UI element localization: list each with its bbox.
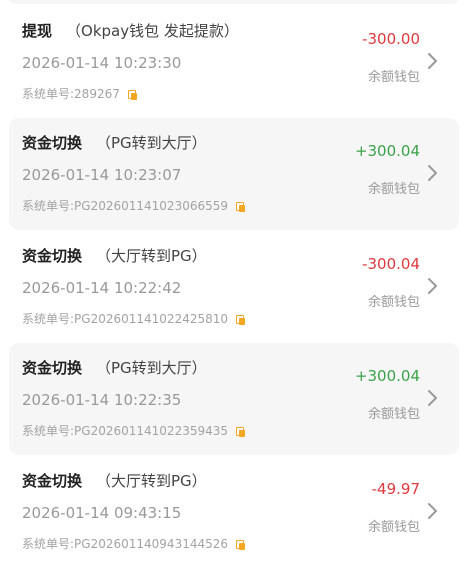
order-number-label: 系统单号: [22,312,75,326]
transaction-detail: （Okpay钱包 发起提款） [66,22,239,40]
order-number-label: 系统单号: [22,537,75,551]
transaction-title-row: 提现 （Okpay钱包 发起提款） [22,20,239,41]
chevron-right-icon[interactable] [425,388,441,408]
chevron-right-icon[interactable] [425,51,441,71]
copy-icon[interactable] [236,201,246,212]
copy-icon[interactable] [236,426,246,437]
transaction-amount: +300.04 [354,142,420,160]
transaction-amount: -300.00 [362,30,420,48]
chevron-right-icon[interactable] [425,276,441,296]
transaction-type: 资金切换 [22,359,83,377]
order-number-row: 系统单号: 289267 [22,85,137,102]
copy-icon[interactable] [236,314,246,325]
order-number: PG202601141022359435 [74,423,229,438]
transaction-type: 提现 [22,22,53,40]
order-number-row: 系统单号: PG202601141022359435 [22,422,246,439]
copy-icon[interactable] [236,539,246,550]
chevron-right-icon[interactable] [425,501,441,521]
transaction-detail: （大厅转到PG） [96,472,207,490]
transaction-card[interactable]: 资金切换 （大厅转到PG） 2026-01-14 10:22:42 系统单号: P… [9,231,459,343]
chevron-right-icon[interactable] [425,163,441,183]
order-number-row: 系统单号: PG202601140943144526 [22,535,246,552]
order-number-row: 系统单号: PG202601141023066559 [22,197,246,214]
order-number: PG202601141022425810 [74,311,229,326]
transaction-detail: （大厅转到PG） [96,247,207,265]
order-number: PG202601141023066559 [74,198,229,213]
transaction-card[interactable]: 提现 （Okpay钱包 发起提款） 2026-01-14 10:23:30 系统单… [9,6,459,118]
transaction-title-row: 资金切换 （PG转到大厅） [22,357,207,378]
previous-card-edge [9,0,459,4]
order-number-label: 系统单号: [22,87,75,101]
transaction-amount: -300.04 [362,255,420,273]
transaction-title-row: 资金切换 （大厅转到PG） [22,245,207,266]
transaction-detail: （PG转到大厅） [96,134,207,152]
transaction-time: 2026-01-14 10:23:07 [22,166,182,184]
transaction-title-row: 资金切换 （大厅转到PG） [22,470,207,491]
transaction-time: 2026-01-14 09:43:15 [22,504,182,522]
wallet-type: 余额钱包 [367,295,420,310]
wallet-type: 余额钱包 [367,70,420,85]
transaction-time: 2026-01-14 10:22:35 [22,391,182,409]
transaction-list: 提现 （Okpay钱包 发起提款） 2026-01-14 10:23:30 系统单… [0,0,473,569]
transaction-title-row: 资金切换 （PG转到大厅） [22,132,207,153]
transaction-amount: -49.97 [371,480,420,498]
transaction-type: 资金切换 [22,247,83,265]
copy-icon[interactable] [127,89,137,100]
wallet-type: 余额钱包 [367,407,420,422]
wallet-type: 余额钱包 [367,520,420,535]
order-number-label: 系统单号: [22,424,75,438]
transaction-card[interactable]: 资金切换 （PG转到大厅） 2026-01-14 10:23:07 系统单号: P… [9,118,459,230]
transaction-type: 资金切换 [22,134,83,152]
transaction-card[interactable]: 资金切换 （PG转到大厅） 2026-01-14 10:22:35 系统单号: P… [9,343,459,455]
transaction-detail: （PG转到大厅） [96,359,207,377]
transaction-type: 资金切换 [22,472,83,490]
wallet-type: 余额钱包 [367,182,420,197]
order-number: 289267 [74,86,120,101]
transaction-amount: +300.04 [354,367,420,385]
transaction-time: 2026-01-14 10:23:30 [22,54,182,72]
transaction-time: 2026-01-14 10:22:42 [22,279,182,297]
order-number-row: 系统单号: PG202601141022425810 [22,310,246,327]
transaction-card[interactable]: 资金切换 （大厅转到PG） 2026-01-14 09:43:15 系统单号: P… [9,456,459,568]
order-number: PG202601140943144526 [74,536,229,551]
order-number-label: 系统单号: [22,199,75,213]
